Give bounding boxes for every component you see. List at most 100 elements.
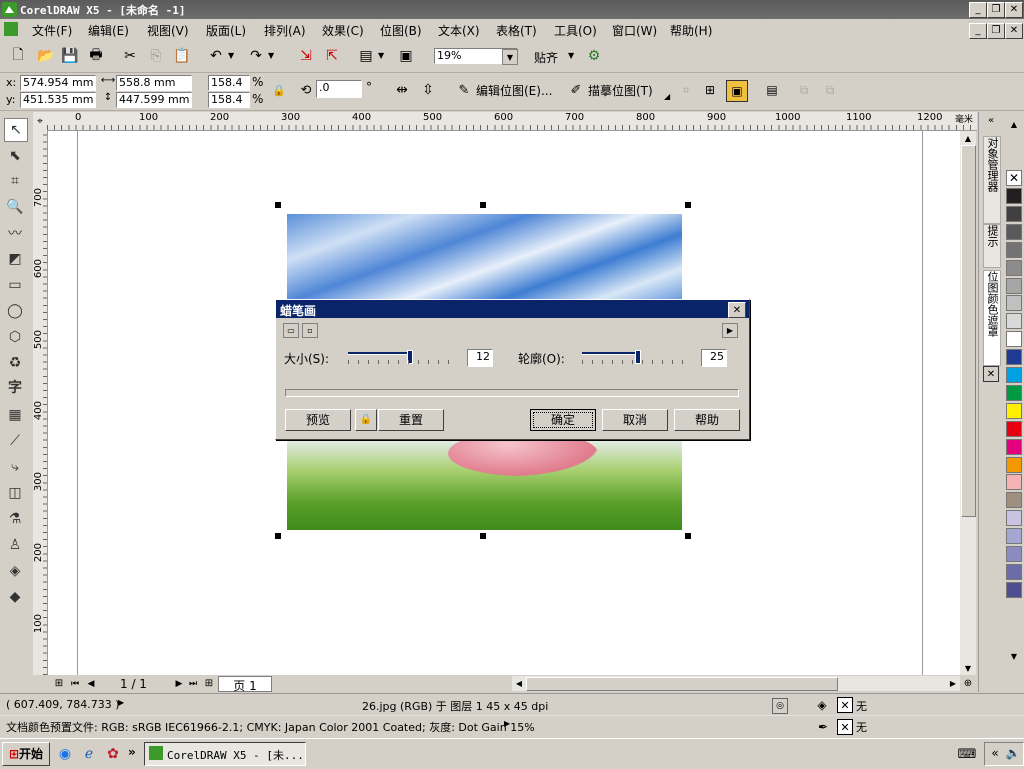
doc-minimize-button[interactable]: _ — [969, 23, 987, 39]
first-page-icon[interactable]: ⏮ — [68, 677, 82, 690]
palette-color-swatch[interactable] — [1006, 295, 1022, 312]
no-color-swatch[interactable]: ✕ — [1006, 170, 1022, 186]
browser-icon[interactable]: ◉ — [56, 745, 74, 763]
zoom-dropdown-icon[interactable]: ▼ — [502, 49, 518, 65]
bitmap-color-mask-tab[interactable]: 位图颜色遮罩 — [983, 270, 1001, 366]
scroll-down-icon[interactable]: ▼ — [960, 661, 976, 675]
selection-handle[interactable] — [480, 202, 486, 208]
x-position-field[interactable]: 574.954 mm — [20, 75, 96, 91]
rotation-field[interactable]: .0 — [316, 80, 362, 98]
outline-slider[interactable] — [582, 350, 692, 366]
trace-bitmap-icon[interactable]: ✐ — [566, 80, 586, 100]
zoom-tool-icon[interactable]: 🔍 — [4, 196, 26, 218]
dimension-tool-icon[interactable]: ⟋ — [4, 430, 26, 452]
palette-color-swatch[interactable] — [1006, 581, 1022, 598]
horizontal-scroll-thumb[interactable] — [526, 677, 838, 691]
hints-tab[interactable]: 提示 — [983, 224, 1001, 268]
outline-none-swatch[interactable]: ✕ — [837, 719, 853, 735]
import-icon[interactable]: ⇲ — [296, 46, 316, 66]
palette-color-swatch[interactable] — [1006, 402, 1022, 419]
menu-bitmaps[interactable]: 位图(B) — [380, 22, 422, 39]
restore-button[interactable]: ❐ — [987, 2, 1005, 18]
freehand-tool-icon[interactable]: 〰 — [4, 222, 26, 244]
selection-handle[interactable] — [275, 202, 281, 208]
palette-color-swatch[interactable] — [1006, 313, 1022, 330]
keyboard-icon[interactable]: ⌨ — [958, 745, 977, 763]
palette-scroll-down-icon[interactable]: ▼ — [1006, 650, 1022, 662]
eyedropper-tool-icon[interactable]: ⚗ — [4, 508, 26, 530]
redo-dropdown-icon[interactable]: ▼ — [268, 51, 274, 60]
palette-color-swatch[interactable] — [1006, 438, 1022, 455]
palette-color-swatch[interactable] — [1006, 349, 1022, 366]
preview-button[interactable]: 预览 — [285, 409, 351, 431]
resample-icon[interactable]: ⊞ — [700, 80, 720, 100]
height-field[interactable]: 447.599 mm — [116, 92, 192, 108]
palette-color-swatch[interactable] — [1006, 492, 1022, 509]
palette-color-swatch[interactable] — [1006, 259, 1022, 276]
paste-icon[interactable]: 📋 — [172, 46, 192, 66]
blend-tool-icon[interactable]: ◫ — [4, 482, 26, 504]
scroll-right-icon[interactable]: ▶ — [946, 676, 960, 691]
tray-expand-icon[interactable]: « — [987, 745, 1003, 761]
outline-tool-icon[interactable]: ♙ — [4, 534, 26, 556]
crop-bitmap-icon[interactable]: ⌗ — [676, 80, 696, 100]
launcher-dropdown-icon[interactable]: ▼ — [378, 51, 384, 60]
app-quicklaunch-icon[interactable]: ✿ — [104, 745, 122, 763]
doc-restore-button[interactable]: ❐ — [987, 23, 1005, 39]
selection-handle[interactable] — [480, 533, 486, 539]
last-page-icon[interactable]: ⏭ — [186, 677, 200, 690]
more-quicklaunch-icon[interactable]: » — [128, 745, 136, 759]
menu-tools[interactable]: 工具(O) — [554, 22, 597, 39]
width-field[interactable]: 558.8 mm — [116, 75, 192, 91]
connector-tool-icon[interactable]: ⤷ — [4, 456, 26, 478]
to-back-icon[interactable]: ⧉ — [820, 80, 840, 100]
palette-color-swatch[interactable] — [1006, 331, 1022, 348]
prev-page-icon[interactable]: ◀ — [84, 677, 98, 690]
scale-x-field[interactable]: 158.4 — [208, 75, 250, 91]
split-preview-icon[interactable]: ▭ — [283, 323, 299, 338]
lock-ratio-icon[interactable]: 🔒 — [272, 82, 286, 98]
close-button[interactable]: ✕ — [1005, 2, 1023, 18]
palette-color-swatch[interactable] — [1006, 510, 1022, 527]
selection-handle[interactable] — [275, 533, 281, 539]
horizontal-ruler[interactable]: 0 100 200 300 400 500 600 700 800 900 10… — [47, 112, 977, 131]
palette-color-swatch[interactable] — [1006, 456, 1022, 473]
taskbar-coreldraw-task[interactable]: CorelDRAW X5 - [未... — [144, 742, 306, 766]
save-icon[interactable]: 💾 — [60, 46, 80, 66]
size-value-field[interactable]: 12 — [467, 349, 493, 367]
add-page-before-icon[interactable]: ⊞ — [52, 677, 66, 690]
snap-to-label[interactable]: 贴齐 — [534, 49, 558, 66]
ruler-origin-icon[interactable]: ⌖ — [33, 112, 47, 130]
minimize-button[interactable]: _ — [969, 2, 987, 18]
palette-color-swatch[interactable] — [1006, 367, 1022, 383]
profile-expand-icon[interactable]: ▶ — [504, 719, 510, 728]
menu-table[interactable]: 表格(T) — [496, 22, 537, 39]
docker-collapse-icon[interactable]: « — [983, 114, 999, 126]
mirror-vertical-icon[interactable]: ⇳ — [418, 80, 438, 100]
vertical-scroll-thumb[interactable] — [961, 145, 976, 517]
palette-color-swatch[interactable] — [1006, 277, 1022, 294]
bitmap-color-mask-icon[interactable]: ▣ — [726, 80, 748, 102]
palette-color-swatch[interactable] — [1006, 528, 1022, 545]
palette-scroll-up-icon[interactable]: ▲ — [1006, 118, 1022, 130]
menu-edit[interactable]: 编辑(E) — [88, 22, 129, 39]
trace-bitmap-button[interactable]: 描摹位图(T) — [588, 82, 653, 99]
export-icon[interactable]: ⇱ — [322, 46, 342, 66]
single-preview-icon[interactable]: ▫ — [302, 323, 318, 338]
menu-view[interactable]: 视图(V) — [147, 22, 189, 39]
welcome-screen-icon[interactable]: ▣ — [396, 46, 416, 66]
palette-color-swatch[interactable] — [1006, 546, 1022, 562]
shape-tool-icon[interactable]: ⬉ — [4, 145, 26, 167]
cut-icon[interactable]: ✂ — [120, 46, 140, 66]
basic-shapes-tool-icon[interactable]: ♻ — [4, 352, 26, 374]
color-proof-icon[interactable]: ◎ — [772, 698, 788, 714]
vertical-ruler[interactable]: 700 600 500 400 300 200 100 — [33, 130, 48, 675]
dialog-close-icon[interactable]: ✕ — [728, 302, 746, 318]
fill-tool-icon[interactable]: ◈ — [4, 560, 26, 582]
menu-window[interactable]: 窗口(W) — [612, 22, 657, 39]
menu-effects[interactable]: 效果(C) — [322, 22, 364, 39]
palette-color-swatch[interactable] — [1006, 223, 1022, 240]
add-page-after-icon[interactable]: ⊞ — [202, 677, 216, 690]
pick-tool-icon[interactable]: ↖ — [4, 118, 28, 142]
edit-bitmap-icon[interactable]: ✎ — [454, 80, 474, 100]
